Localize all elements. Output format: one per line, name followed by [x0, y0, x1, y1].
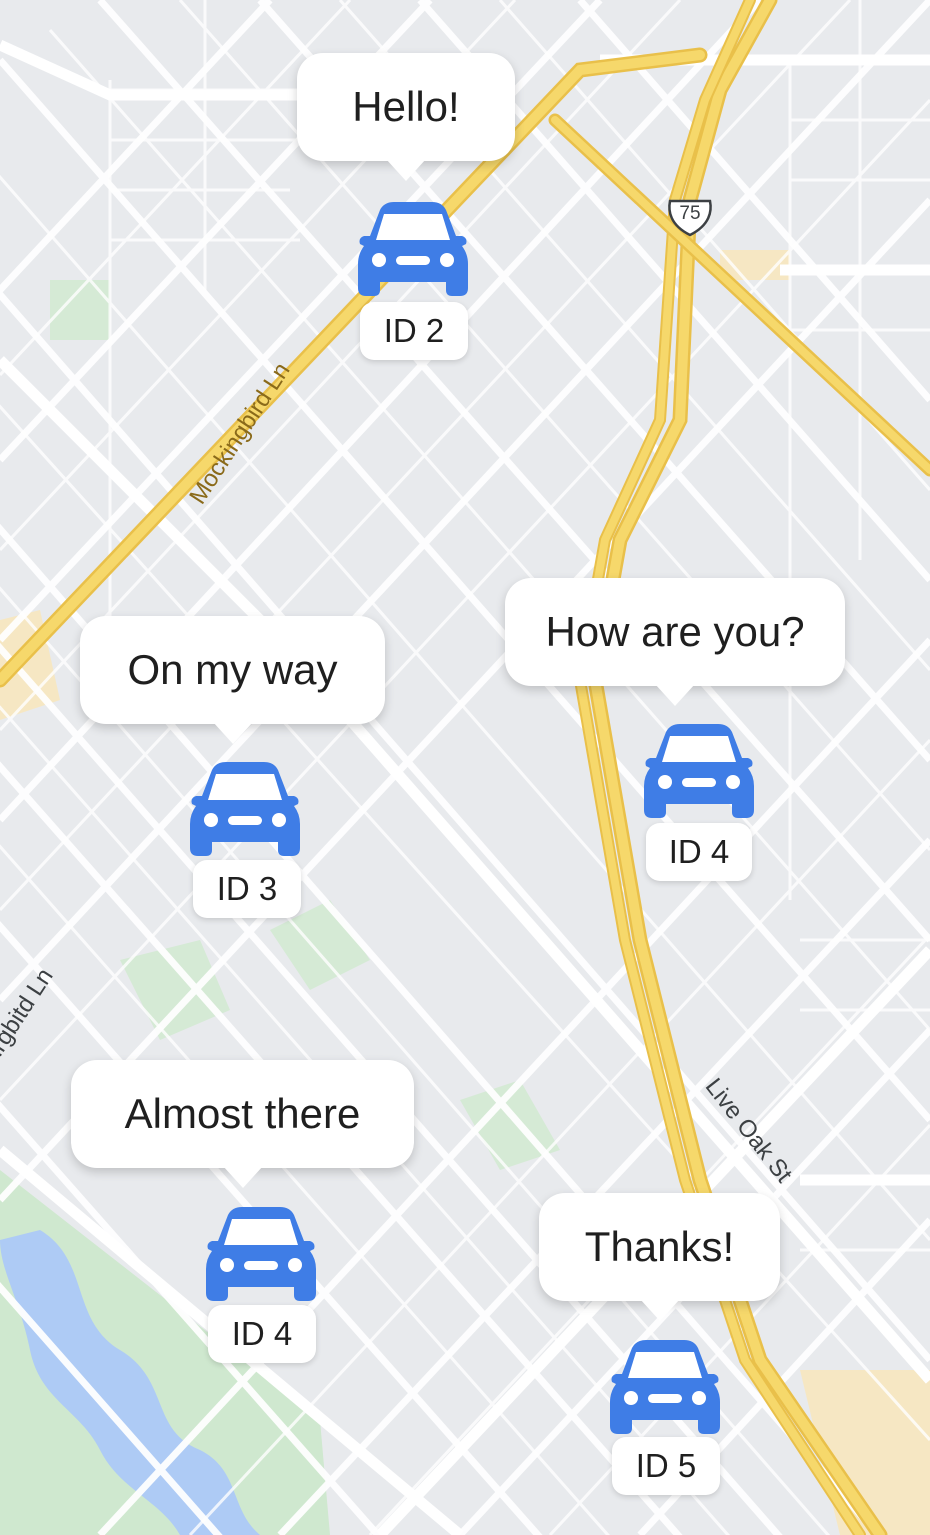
car-icon[interactable]: [610, 1338, 720, 1434]
message-bubble: Almost there: [71, 1060, 414, 1188]
vehicle-id-tag: ID 4: [208, 1305, 316, 1363]
highway-shield-icon: 75: [666, 197, 714, 237]
vehicle-id-tag: ID 3: [193, 860, 301, 918]
vehicle-id-tag: ID 4: [646, 823, 752, 881]
car-icon[interactable]: [644, 722, 754, 818]
vehicle-id-tag: ID 5: [612, 1437, 720, 1495]
highway-shield-number: 75: [679, 203, 701, 224]
car-icon[interactable]: [206, 1205, 316, 1301]
message-bubble: Hello!: [297, 53, 515, 181]
message-bubble: Thanks!: [539, 1193, 780, 1321]
car-icon[interactable]: [358, 200, 468, 296]
message-bubble: On my way: [80, 616, 385, 744]
message-bubble: How are you?: [505, 578, 845, 706]
car-icon[interactable]: [190, 760, 300, 856]
vehicle-id-tag: ID 2: [360, 302, 468, 360]
